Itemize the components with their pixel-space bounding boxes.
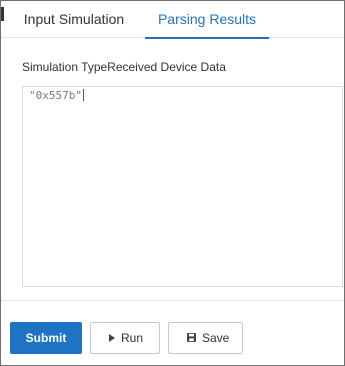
editor-line: "0x557b" <box>29 89 84 102</box>
section-label: Simulation TypeReceived Device Data <box>22 60 226 74</box>
tab-parsing-results[interactable]: Parsing Results <box>145 1 269 39</box>
run-button[interactable]: Run <box>90 322 160 354</box>
text-cursor <box>82 89 84 101</box>
simulation-panel: Input Simulation Parsing Results Simulat… <box>0 0 345 366</box>
save-button-label: Save <box>202 331 230 345</box>
result-editor[interactable]: "0x557b" <box>22 86 343 287</box>
save-button[interactable]: Save <box>168 322 243 354</box>
floppy-disk-icon <box>187 333 196 343</box>
editor-content: "0x557b" <box>29 89 82 102</box>
run-button-label: Run <box>121 331 144 345</box>
submit-button[interactable]: Submit <box>10 322 82 354</box>
tab-bar: Input Simulation Parsing Results <box>1 1 344 39</box>
play-icon <box>109 333 115 342</box>
tab-input-simulation[interactable]: Input Simulation <box>13 1 135 38</box>
divider <box>1 300 344 301</box>
